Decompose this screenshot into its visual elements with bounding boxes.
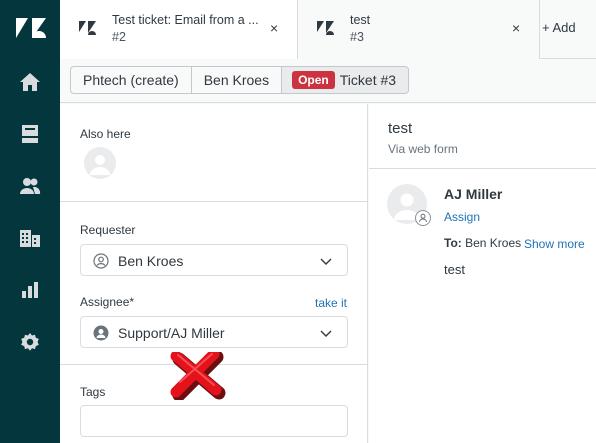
home-icon[interactable] bbox=[16, 68, 44, 96]
divider bbox=[60, 201, 368, 202]
tab-ticket-number: #2 bbox=[112, 30, 126, 44]
tab-ticket-number: #3 bbox=[350, 30, 364, 44]
assign-link[interactable]: Assign bbox=[444, 210, 480, 224]
requester-value: Ben Kroes bbox=[118, 253, 184, 269]
assignee-value: Support/AJ Miller bbox=[118, 325, 225, 341]
zendesk-logo-icon bbox=[317, 21, 334, 35]
divider bbox=[369, 168, 596, 169]
to-label: To: bbox=[444, 236, 462, 250]
user-icon bbox=[415, 210, 431, 226]
customers-icon[interactable] bbox=[16, 172, 44, 200]
user-icon bbox=[93, 253, 109, 269]
status-badge: Open bbox=[292, 71, 335, 89]
take-it-link[interactable]: take it bbox=[315, 296, 347, 310]
ticket-subject: test bbox=[388, 120, 413, 137]
tab-title: Test ticket: Email from a ... bbox=[112, 13, 259, 27]
breadcrumb: Phtech (create) Ben Kroes Open Ticket #3 bbox=[70, 66, 410, 94]
reporting-icon[interactable] bbox=[16, 276, 44, 304]
zendesk-logo-icon bbox=[79, 21, 96, 35]
requester-field[interactable]: Ben Kroes bbox=[80, 244, 348, 276]
requester-label: Requester bbox=[80, 223, 136, 237]
message-body: test bbox=[444, 262, 465, 277]
tab-title: test bbox=[350, 13, 371, 27]
message-author[interactable]: AJ Miller bbox=[444, 186, 502, 202]
assignee-field[interactable]: Support/AJ Miller bbox=[80, 316, 348, 348]
chevron-down-icon bbox=[320, 258, 332, 265]
also-here-label: Also here bbox=[80, 127, 131, 141]
add-tab-button[interactable]: + Add bbox=[542, 20, 576, 35]
ticket-tabs-bar: Test ticket: Email from a ... #2 × test … bbox=[60, 0, 596, 59]
assignee-label: Assignee* bbox=[80, 295, 135, 309]
ticket-tab[interactable]: Test ticket: Email from a ... #2 × bbox=[60, 0, 298, 59]
views-icon[interactable] bbox=[16, 120, 44, 148]
breadcrumb-ticket-label: Ticket #3 bbox=[339, 72, 397, 88]
zendesk-logo-icon[interactable] bbox=[14, 16, 46, 40]
ticket-channel: Via web form bbox=[388, 142, 458, 156]
organizations-icon[interactable] bbox=[16, 224, 44, 252]
red-x-icon bbox=[170, 352, 226, 400]
tags-input[interactable] bbox=[80, 405, 348, 437]
close-icon[interactable]: × bbox=[270, 20, 278, 36]
tags-label: Tags bbox=[80, 385, 106, 399]
close-icon[interactable]: × bbox=[512, 20, 520, 36]
main-nav bbox=[0, 0, 60, 443]
breadcrumb-ticket[interactable]: Open Ticket #3 bbox=[282, 67, 409, 93]
breadcrumb-organization[interactable]: Phtech (create) bbox=[71, 67, 192, 93]
chevron-down-icon bbox=[320, 330, 332, 337]
message-recipients: To: Ben Kroes bbox=[444, 236, 521, 250]
breadcrumb-user[interactable]: Ben Kroes bbox=[192, 67, 283, 93]
show-more-link[interactable]: Show more bbox=[524, 237, 585, 251]
breadcrumb-bar: Phtech (create) Ben Kroes Open Ticket #3 bbox=[60, 59, 596, 103]
admin-icon[interactable] bbox=[16, 328, 44, 356]
agent-avatar-icon bbox=[93, 325, 109, 341]
conversation-panel: test Via web form AJ Miller Assign To: B… bbox=[369, 104, 596, 443]
to-value: Ben Kroes bbox=[461, 236, 522, 250]
ticket-tab[interactable]: test #3 × bbox=[298, 0, 540, 59]
avatar bbox=[84, 147, 116, 179]
